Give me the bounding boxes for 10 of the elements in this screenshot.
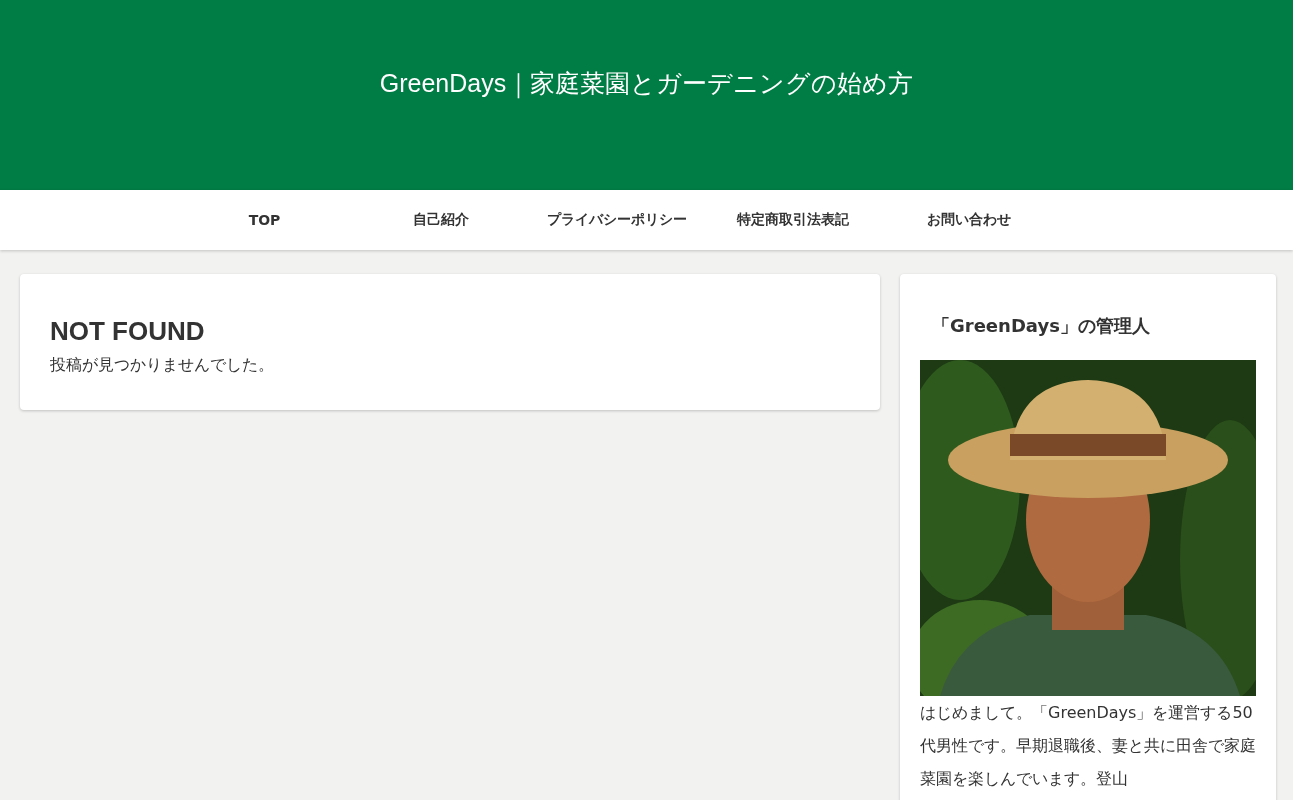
page-heading: NOT FOUND — [50, 316, 206, 347]
profile-text: はじめまして。「GreenDays」を運営する50代男性です。早期退職後、妻と共に田舎で家庭菜園を楽しんでいます。登山 — [920, 702, 1256, 790]
site-title[interactable]: GreenDays｜家庭菜園とガーデニングの始め方 — [379, 66, 914, 100]
nav-link[interactable]: 自己紹介 — [352, 211, 529, 229]
nav-link[interactable]: プライバシーポリシー — [528, 211, 705, 229]
nav-link[interactable]: お問い合わせ — [880, 211, 1057, 229]
nav-link[interactable]: 特定商取引法表記 — [704, 211, 881, 229]
widget-title: 「GreenDays」の管理人 — [932, 314, 1151, 338]
not-found-message: 投稿が見つかりませんでした。 — [50, 355, 275, 376]
nav-link[interactable]: TOP — [176, 212, 353, 228]
